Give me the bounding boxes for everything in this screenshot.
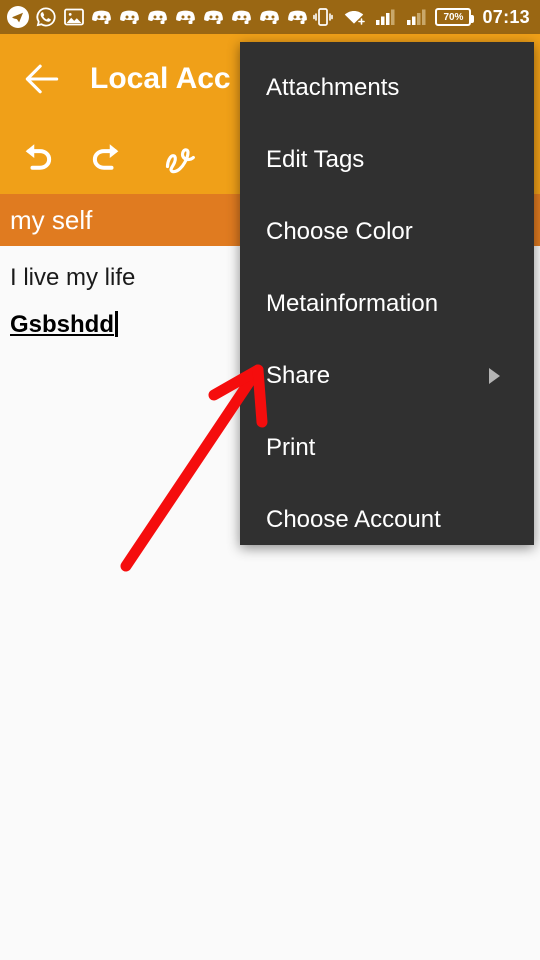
note-line: Gsbshdd (10, 311, 115, 338)
discord-icon (288, 10, 307, 24)
signal-sim2-icon (407, 9, 426, 25)
back-button[interactable] (0, 34, 84, 124)
back-arrow-icon (25, 64, 59, 94)
redo-icon (92, 144, 119, 170)
menu-item-label: Print (266, 434, 316, 461)
menu-item-label: Choose Account (266, 506, 441, 533)
discord-icon (92, 10, 111, 24)
undo-icon (25, 144, 52, 170)
discord-icon (176, 10, 195, 24)
vibrate-icon (313, 8, 334, 26)
menu-item-label: Attachments (266, 74, 400, 101)
menu-item-choose-account[interactable]: Choose Account (240, 484, 534, 556)
status-bar: 70% 07:13 (0, 0, 540, 34)
redo-button[interactable] (72, 124, 144, 194)
battery-level-label: 70% (443, 11, 464, 23)
menu-item-choose-color[interactable]: Choose Color (240, 196, 534, 268)
chevron-right-icon (489, 368, 500, 384)
wifi-icon (345, 11, 366, 25)
menu-item-label: Edit Tags (266, 146, 365, 173)
discord-icon (120, 10, 139, 24)
page-title: Local Acc (90, 62, 231, 95)
undo-button[interactable] (0, 124, 72, 194)
menu-item-label: Metainformation (266, 290, 439, 317)
discord-icon (204, 10, 223, 24)
telegram-icon (7, 6, 29, 28)
status-bar-notification-icons (6, 5, 311, 29)
signal-sim1-icon (376, 9, 395, 25)
overflow-popup-menu: Attachments Edit Tags Choose Color Metai… (240, 42, 534, 545)
scribble-button[interactable] (144, 124, 216, 194)
whatsapp-icon (36, 7, 56, 27)
menu-item-share[interactable]: Share (240, 340, 534, 412)
menu-item-metainformation[interactable]: Metainformation (240, 268, 534, 340)
menu-item-edit-tags[interactable]: Edit Tags (240, 124, 534, 196)
status-bar-clock: 07:13 (482, 6, 530, 27)
menu-item-label: Share (266, 362, 331, 389)
battery-icon: 70% (435, 8, 475, 26)
discord-icon (232, 10, 251, 24)
menu-item-attachments[interactable]: Attachments (240, 52, 534, 124)
status-bar-system-icons: 70% 07:13 (311, 5, 530, 29)
discord-icon (148, 10, 167, 24)
discord-icon (260, 10, 279, 24)
menu-item-label: Choose Color (266, 218, 413, 245)
gallery-image-icon (64, 8, 84, 26)
text-cursor (115, 311, 119, 337)
menu-item-print[interactable]: Print (240, 412, 534, 484)
scribble-icon (165, 148, 195, 174)
